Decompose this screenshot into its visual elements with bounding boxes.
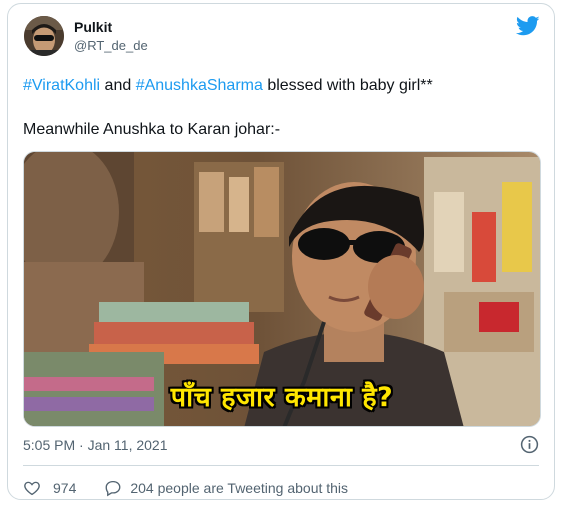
tweet-line-1: #ViratKohli and #AnushkaSharma blessed w…	[23, 75, 543, 97]
conversation-text: 204 people are Tweeting about this	[130, 480, 349, 496]
hashtag-virat-kohli[interactable]: #ViratKohli	[23, 77, 100, 94]
avatar-image	[24, 16, 64, 56]
conversation-link[interactable]: 204 people are Tweeting about this	[104, 479, 348, 497]
avatar[interactable]	[24, 16, 64, 56]
hashtag-anushka-sharma[interactable]: #AnushkaSharma	[136, 77, 263, 94]
info-icon[interactable]	[520, 435, 539, 454]
speech-bubble-icon	[105, 480, 121, 497]
twitter-bird-icon[interactable]	[516, 16, 540, 36]
tweet-media[interactable]: पाँच हजार कमाना है?	[23, 151, 541, 427]
meme-caption: पाँच हजार कमाना है?	[170, 382, 394, 413]
author-handle[interactable]: @RT_de_de	[74, 38, 148, 53]
tweet-text-rest: blessed with baby girl**	[262, 77, 433, 94]
engagement-bar: 974 204 people are Tweeting about this	[23, 478, 348, 498]
tweet-card[interactable]: Pulkit @RT_de_de #ViratKohli and #Anushk…	[7, 3, 555, 500]
heart-icon	[24, 481, 40, 496]
like-button[interactable]: 974	[23, 479, 76, 497]
tweet-text: #ViratKohli and #AnushkaSharma blessed w…	[23, 75, 543, 141]
like-count: 974	[53, 480, 77, 496]
tweet-line-2: Meanwhile Anushka to Karan johar:-	[23, 121, 281, 138]
tweet-text-and: and	[100, 77, 136, 94]
footer-divider	[23, 465, 539, 466]
tweet-timestamp[interactable]: 5:05 PM · Jan 11, 2021	[23, 437, 168, 453]
author-name[interactable]: Pulkit	[74, 19, 112, 35]
